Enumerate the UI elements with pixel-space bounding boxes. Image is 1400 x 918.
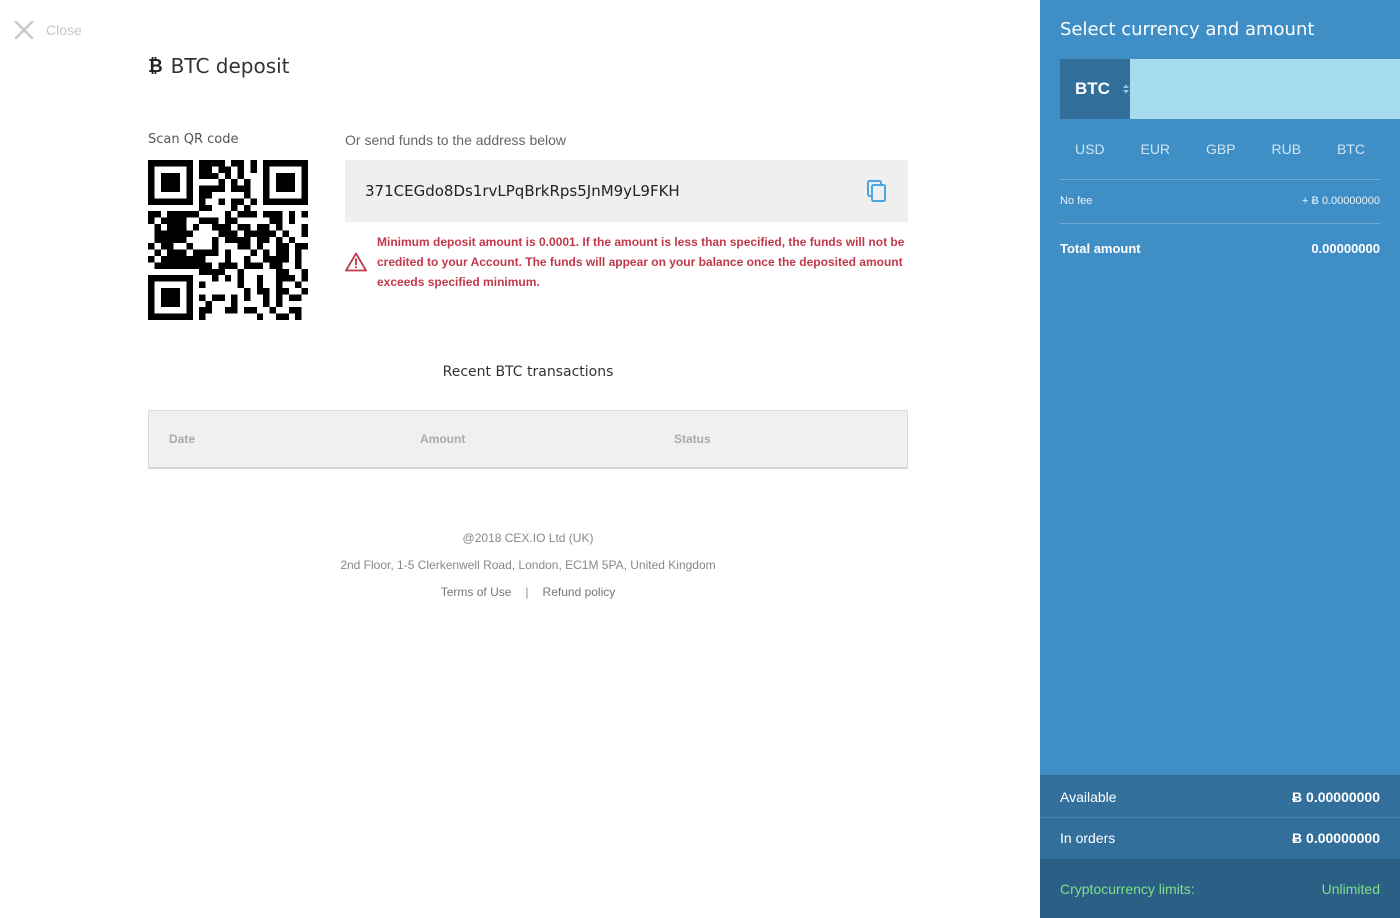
divider	[1060, 223, 1380, 224]
available-label: Available	[1060, 789, 1117, 805]
qr-code	[148, 160, 308, 320]
column-date: Date	[169, 432, 196, 446]
transactions-table: Date Amount Status	[148, 410, 908, 469]
address-label: Or send funds to the address below	[345, 132, 567, 148]
total-value: 0.00000000	[1311, 241, 1380, 256]
page-title: ₿ BTC deposit	[148, 54, 290, 78]
currency-select[interactable]: BTC	[1060, 59, 1130, 119]
recent-transactions-title: Recent BTC transactions	[442, 364, 614, 380]
qr-label: Scan QR code	[148, 132, 239, 147]
deposit-address[interactable]: 371CEGdo8Ds1rvLPqBrkRps5JnM9yL9FKH	[365, 182, 680, 200]
amount-input[interactable]	[1129, 59, 1400, 119]
balances: Available Ƀ 0.00000000 In orders Ƀ 0.000…	[1040, 775, 1400, 859]
copy-icon[interactable]	[866, 179, 888, 203]
panel-title: Select currency and amount	[1060, 19, 1315, 40]
currency-amount-row: BTC	[1060, 59, 1400, 119]
tab-gbp[interactable]: GBP	[1206, 141, 1236, 157]
tab-btc[interactable]: BTC	[1337, 141, 1365, 157]
in-orders-value: Ƀ 0.00000000	[1292, 830, 1380, 846]
total-row: Total amount 0.00000000	[1060, 241, 1380, 256]
footer-links: Terms of Use | Refund policy	[148, 584, 908, 611]
footer-copyright: @2018 CEX.IO Ltd (UK)	[462, 531, 594, 545]
currency-tabs: USD EUR GBP RUB BTC	[1060, 141, 1380, 157]
address-box: 371CEGdo8Ds1rvLPqBrkRps5JnM9yL9FKH	[345, 160, 908, 222]
terms-of-use-link[interactable]: Terms of Use	[441, 584, 512, 611]
close-button[interactable]: Close	[14, 20, 82, 40]
available-value: Ƀ 0.00000000	[1292, 789, 1380, 805]
deposit-page: Close ₿ BTC deposit Scan QR code Or send…	[0, 0, 1400, 918]
limits-value: Unlimited	[1321, 881, 1380, 897]
currency-code: BTC	[1075, 79, 1110, 98]
in-orders-label: In orders	[1060, 830, 1116, 846]
footer-address: 2nd Floor, 1-5 Clerkenwell Road, London,…	[340, 558, 716, 572]
limits-label: Cryptocurrency limits:	[1060, 881, 1195, 897]
warning-text: Minimum deposit amount is 0.0001. If the…	[377, 235, 905, 289]
bitcoin-icon: ₿	[148, 55, 163, 77]
total-label: Total amount	[1060, 241, 1141, 256]
currency-panel: Select currency and amount BTC USD EUR G…	[1040, 0, 1400, 918]
column-status: Status	[674, 432, 711, 446]
fee-value: + Ƀ 0.00000000	[1302, 195, 1380, 207]
footer: @2018 CEX.IO Ltd (UK) 2nd Floor, 1-5 Cle…	[148, 530, 908, 611]
fee-row: No fee + Ƀ 0.00000000	[1060, 195, 1380, 207]
sort-arrows-icon	[1122, 84, 1129, 94]
close-label: Close	[46, 22, 82, 38]
warning-icon	[345, 252, 367, 272]
tab-usd[interactable]: USD	[1075, 141, 1105, 157]
divider	[1040, 817, 1400, 818]
close-icon	[14, 20, 34, 40]
in-orders-row: In orders Ƀ 0.00000000	[1060, 830, 1380, 846]
column-amount: Amount	[420, 432, 466, 446]
minimum-deposit-warning: Minimum deposit amount is 0.0001. If the…	[345, 232, 908, 292]
tab-eur[interactable]: EUR	[1140, 141, 1170, 157]
refund-policy-link[interactable]: Refund policy	[543, 584, 616, 611]
divider	[1060, 179, 1380, 180]
available-row: Available Ƀ 0.00000000	[1060, 789, 1380, 805]
footer-separator: |	[525, 585, 529, 599]
limits-row: Cryptocurrency limits: Unlimited	[1060, 881, 1380, 897]
crypto-limits: Cryptocurrency limits: Unlimited	[1040, 859, 1400, 918]
page-title-text: BTC deposit	[170, 54, 290, 78]
fee-label: No fee	[1060, 195, 1093, 207]
tab-rub[interactable]: RUB	[1271, 141, 1301, 157]
